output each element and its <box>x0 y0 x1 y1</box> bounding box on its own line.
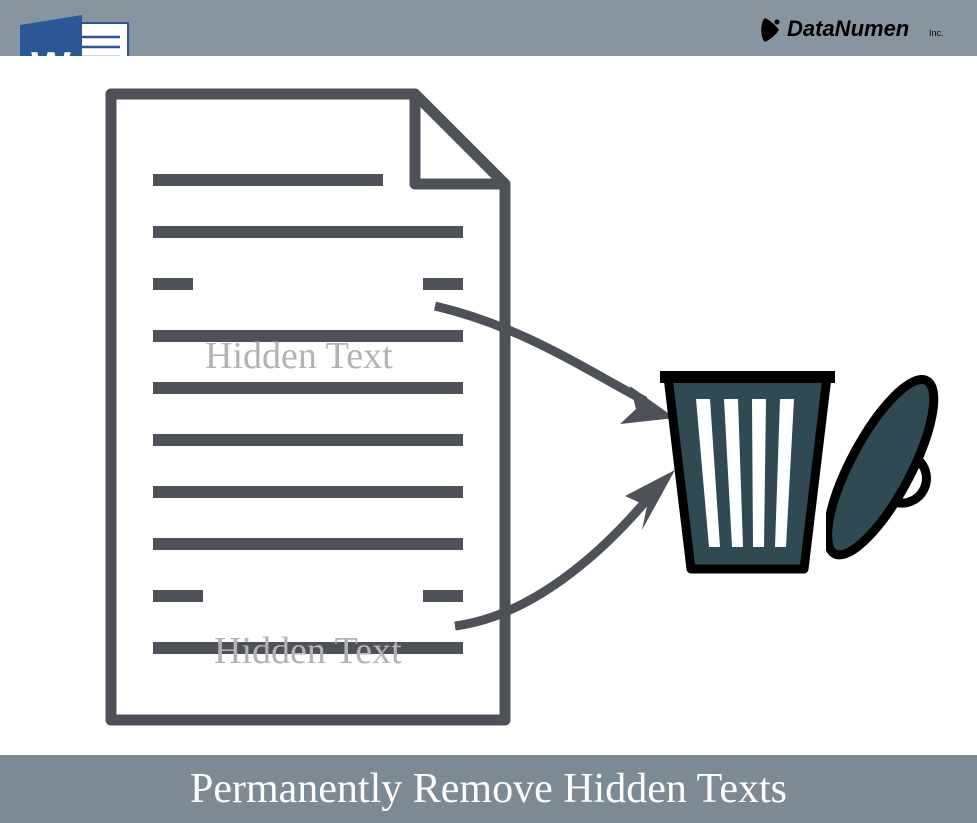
brand-logo: DataNumen Inc. <box>757 14 957 51</box>
arrow-top-icon <box>430 296 690 431</box>
hidden-text-label-1: Hidden Text <box>205 334 393 378</box>
hidden-text-label-2: Hidden Text <box>214 629 402 673</box>
arrow-bottom-icon <box>450 456 690 641</box>
caption-bar: Permanently Remove Hidden Texts <box>0 755 977 823</box>
svg-text:Inc.: Inc. <box>929 28 944 38</box>
trash-bin-icon <box>660 369 835 584</box>
caption-text: Permanently Remove Hidden Texts <box>190 765 787 813</box>
trash-lid-icon <box>826 366 966 601</box>
main-content-area: Hidden Text Hidden Text <box>0 56 977 756</box>
svg-text:DataNumen: DataNumen <box>787 16 909 41</box>
